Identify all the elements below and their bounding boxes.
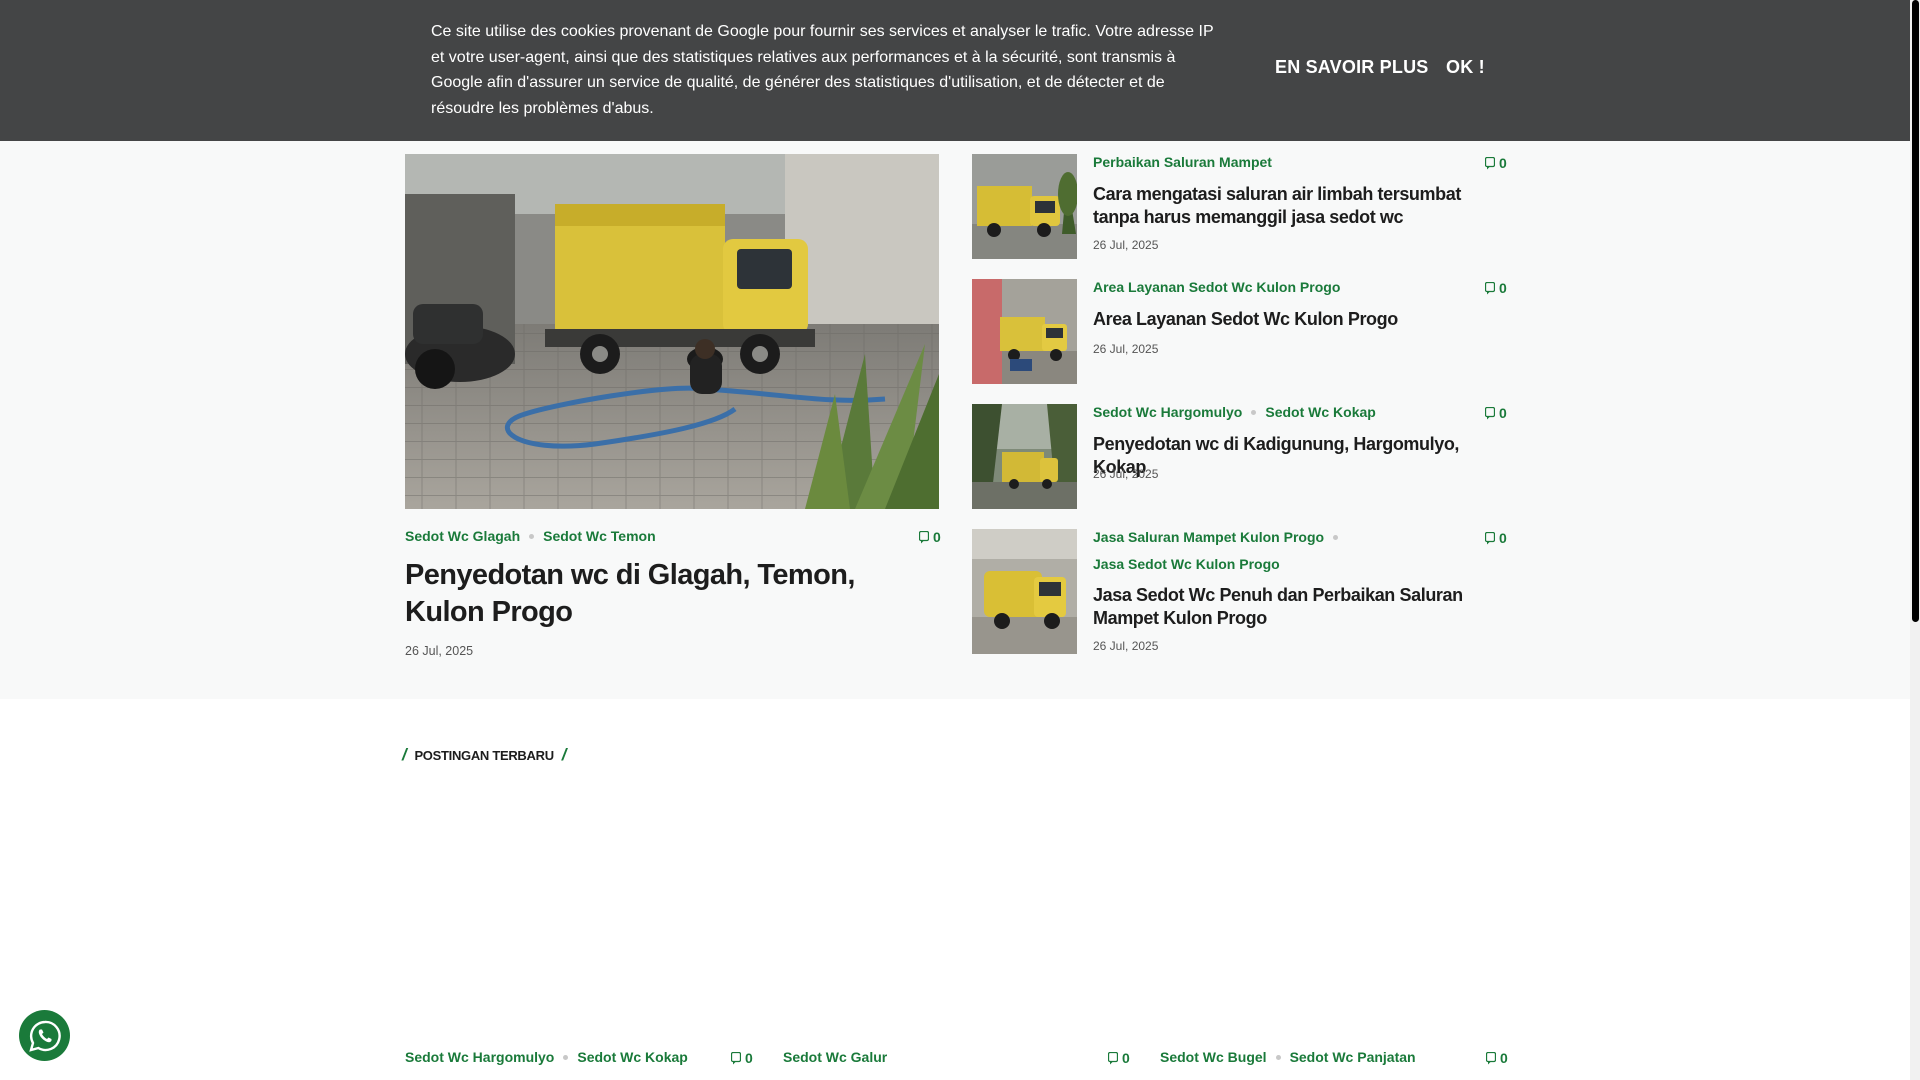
side-post-title[interactable]: Cara mengatasi saluran air limbah tersum… [1093, 183, 1507, 229]
side-post-thumbnail[interactable] [972, 154, 1077, 259]
side-post-title[interactable]: Area Layanan Sedot Wc Kulon Progo [1093, 308, 1507, 331]
side-post-thumbnail[interactable] [972, 279, 1077, 384]
side-post-date: 26 Jul, 2025 [1093, 467, 1159, 481]
comment-icon [1485, 156, 1495, 169]
category-link[interactable]: Sedot Wc Temon [543, 528, 656, 544]
latest-posts-heading: / POSTINGAN TERBARU / [402, 745, 567, 764]
comment-icon [1485, 531, 1495, 544]
separator-dot [1275, 1054, 1281, 1060]
slash-decoration: / [402, 745, 407, 764]
cookie-notice-text: Ce site utilise des cookies provenant de… [431, 23, 1214, 117]
separator-dot [1333, 534, 1339, 540]
comment-icon [1486, 1051, 1496, 1064]
side-post-comment-count[interactable]: 0 [1485, 155, 1507, 171]
side-post-categories: Area Layanan Sedot Wc Kulon Progo [1093, 279, 1340, 295]
side-post-categories: Perbaikan Saluran Mampet [1093, 154, 1272, 170]
side-post-categories-line-2: Jasa Sedot Wc Kulon Progo [1093, 556, 1280, 572]
side-post: Area Layanan Sedot Wc Kulon Progo 0 Area… [972, 279, 1507, 384]
side-post-date: 26 Jul, 2025 [1093, 639, 1159, 653]
separator-dot [1251, 409, 1257, 415]
learn-more-button[interactable]: EN SAVOIR PLUS [1275, 57, 1429, 78]
category-link[interactable]: Sedot Wc Hargomulyo [1093, 404, 1242, 420]
comment-icon [919, 530, 929, 543]
latest-post-comment-count[interactable]: 0 [1108, 1050, 1130, 1066]
comment-icon [1108, 1051, 1118, 1064]
side-post-thumbnail[interactable] [972, 529, 1077, 654]
category-link[interactable]: Jasa Saluran Mampet Kulon Progo [1093, 529, 1324, 545]
truck-photo [405, 154, 939, 509]
category-link[interactable]: Perbaikan Saluran Mampet [1093, 154, 1272, 170]
separator-dot [563, 1054, 569, 1060]
whatsapp-icon [28, 1020, 61, 1052]
cookie-consent-bar: Ce site utilise des cookies provenant de… [0, 0, 1910, 141]
comment-icon [1485, 406, 1495, 419]
hero-section [0, 141, 1910, 699]
side-post-comment-count[interactable]: 0 [1485, 405, 1507, 421]
featured-post-image[interactable] [405, 154, 939, 509]
cookie-ok-button[interactable]: OK ! [1446, 57, 1485, 78]
category-link[interactable]: Sedot Wc Hargomulyo [405, 1049, 554, 1065]
featured-post-title[interactable]: Penyedotan wc di Glagah, Temon, Kulon Pr… [405, 557, 940, 631]
comment-icon [1485, 281, 1495, 294]
side-post-comment-count[interactable]: 0 [1485, 530, 1507, 546]
scrollbar-thumb[interactable] [1912, 0, 1919, 622]
category-link[interactable]: Sedot Wc Glagah [405, 528, 520, 544]
category-link[interactable]: Jasa Sedot Wc Kulon Progo [1093, 556, 1280, 572]
category-link[interactable]: Sedot Wc Panjatan [1290, 1049, 1416, 1065]
side-post-date: 26 Jul, 2025 [1093, 238, 1159, 252]
category-link[interactable]: Area Layanan Sedot Wc Kulon Progo [1093, 279, 1340, 295]
comment-icon [731, 1051, 741, 1064]
category-link[interactable]: Sedot Wc Kokap [577, 1049, 687, 1065]
latest-post-categories: Sedot Wc Hargomulyo Sedot Wc Kokap [405, 1049, 688, 1065]
side-post-categories: Sedot Wc Hargomulyo Sedot Wc Kokap [1093, 404, 1376, 420]
latest-post-comment-count[interactable]: 0 [1486, 1050, 1508, 1066]
category-link[interactable]: Sedot Wc Bugel [1160, 1049, 1267, 1065]
latest-post-categories: Sedot Wc Galur [783, 1049, 887, 1065]
side-post-comment-count[interactable]: 0 [1485, 280, 1507, 296]
side-post-categories: Jasa Saluran Mampet Kulon Progo [1093, 529, 1347, 545]
featured-post-comment-count[interactable]: 0 [919, 529, 941, 545]
latest-post-comment-count[interactable]: 0 [731, 1050, 753, 1066]
slash-decoration: / [561, 745, 567, 764]
whatsapp-button[interactable] [19, 1010, 70, 1061]
side-post-thumbnail[interactable] [972, 404, 1077, 509]
side-post-date: 26 Jul, 2025 [1093, 342, 1159, 356]
latest-post-categories: Sedot Wc Bugel Sedot Wc Panjatan [1160, 1049, 1416, 1065]
side-post: Sedot Wc Hargomulyo Sedot Wc Kokap 0 Pen… [972, 404, 1507, 509]
side-post: Perbaikan Saluran Mampet 0 Cara mengatas… [972, 154, 1507, 259]
side-post-title[interactable]: Jasa Sedot Wc Penuh dan Perbaikan Salura… [1093, 584, 1507, 630]
separator-dot [529, 533, 535, 539]
featured-post-categories: Sedot Wc Glagah Sedot Wc Temon [405, 528, 656, 544]
category-link[interactable]: Sedot Wc Galur [783, 1049, 887, 1065]
side-post: Jasa Saluran Mampet Kulon Progo Jasa Sed… [972, 529, 1507, 654]
category-link[interactable]: Sedot Wc Kokap [1265, 404, 1375, 420]
featured-post-date: 26 Jul, 2025 [405, 644, 474, 658]
